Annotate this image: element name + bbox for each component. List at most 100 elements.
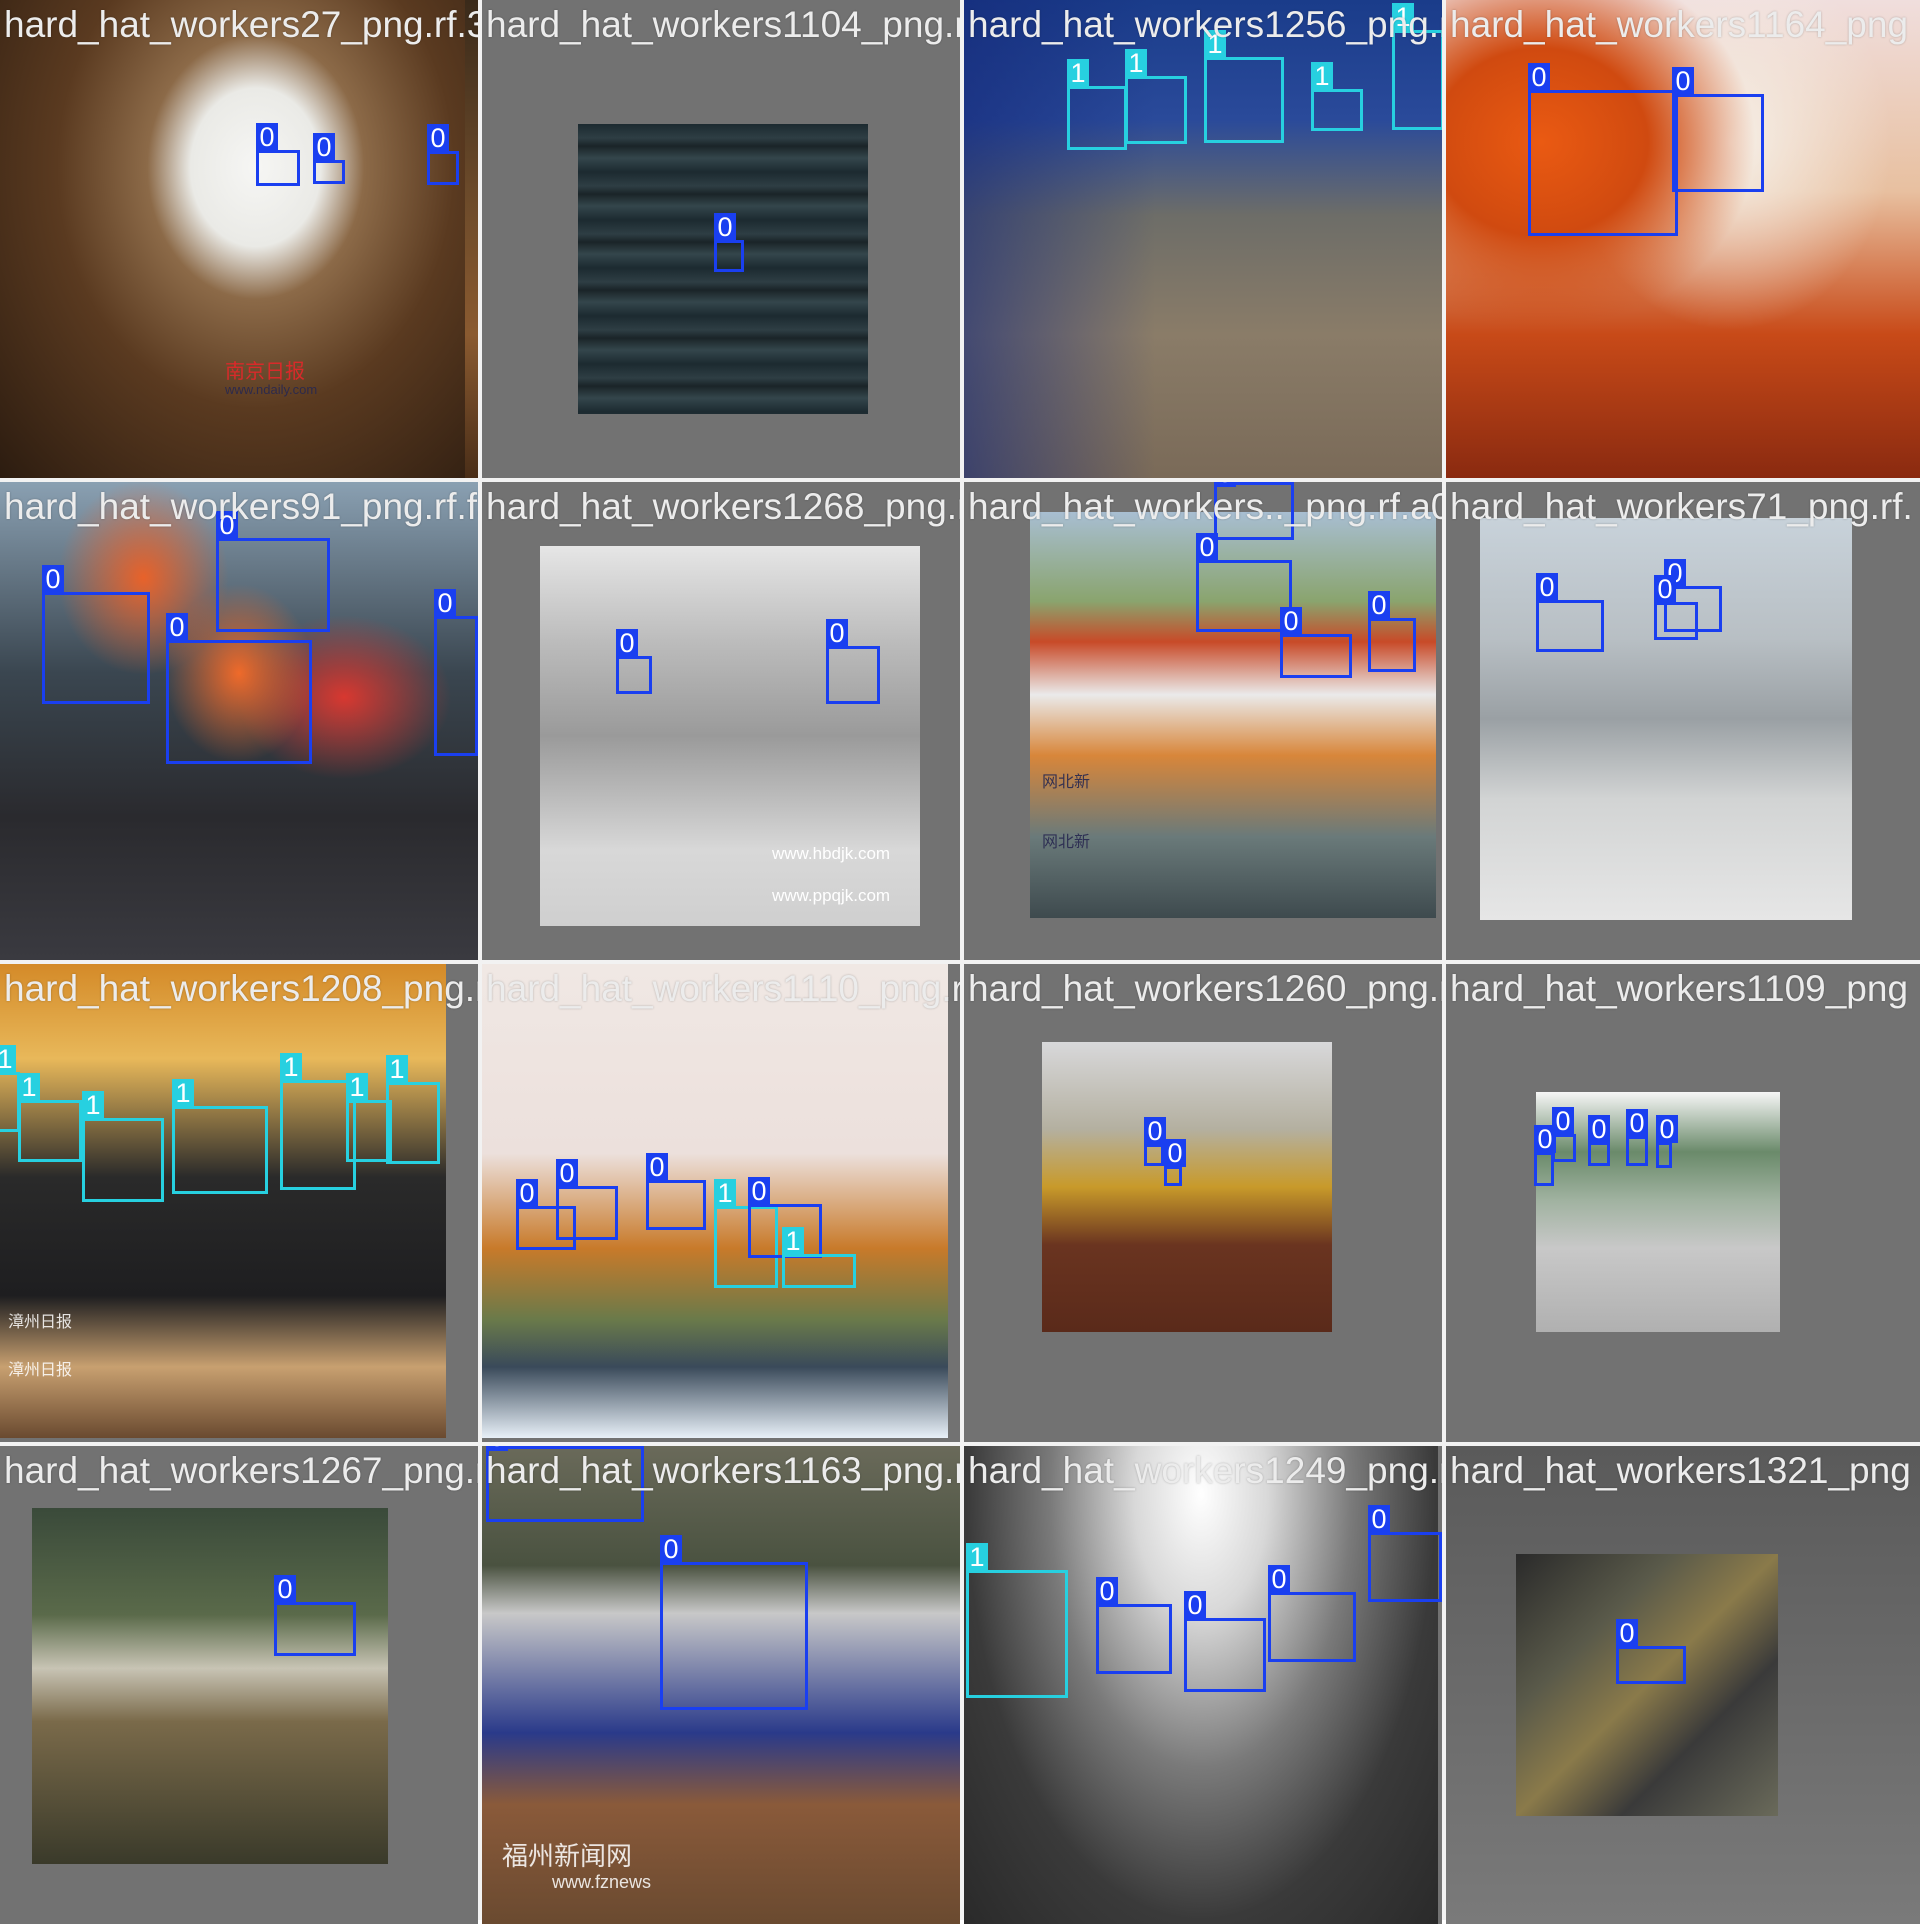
bounding-box-class-0: 0: [427, 124, 459, 185]
bounding-box-class-0: 0: [1536, 573, 1604, 652]
bounding-box-class-0: 0: [1672, 67, 1764, 192]
watermark-url: www.ppqjk.com: [772, 886, 891, 905]
tile-photo: [1042, 1042, 1332, 1332]
class-label: 0: [1164, 1139, 1186, 1167]
bounding-box-class-0: 0: [256, 123, 300, 186]
class-label: 0: [434, 589, 456, 617]
tile-caption: hard_hat_workers1164_png: [1450, 4, 1909, 45]
bounding-box-class-0: 0: [1626, 1109, 1648, 1166]
class-label: 0: [748, 1177, 770, 1205]
class-label: 1: [346, 1073, 368, 1101]
class-label: 0: [646, 1153, 668, 1181]
class-label: 0: [274, 1575, 296, 1603]
watermark-text: 网北新: [1042, 834, 1091, 851]
tile-image-11: 0 0 hard_hat_workers1260_png.rf.7df6683c…: [964, 964, 1442, 1442]
bounding-box-class-0: 0: [646, 1153, 706, 1230]
class-label: 1: [280, 1053, 302, 1081]
bounding-box-class-0: 0: [660, 1535, 808, 1710]
tile-caption: hard_hat_workers71_png.rf.: [1450, 486, 1913, 527]
bounding-box-class-0: 0: [1096, 1577, 1172, 1674]
tile-photo: [540, 546, 920, 926]
class-label: 1: [782, 1227, 804, 1255]
class-label: 1: [966, 1543, 988, 1571]
class-label: 0: [516, 1179, 538, 1207]
bounding-box-class-0: 0: [216, 511, 330, 632]
tile-image-1: 南京日报 www.ndaily.com 0 0 0 hard_hat_worke…: [0, 0, 478, 478]
tile-caption: hard_hat_workers1109_png: [1450, 968, 1909, 1009]
bounding-box-class-0: 0: [1588, 1115, 1610, 1166]
class-label: 0: [1672, 67, 1694, 95]
bounding-box-class-0: 0: [1534, 1125, 1556, 1186]
tile-caption: hard_hat_workers1163_png.rf.2df2ed54790: [486, 1450, 960, 1491]
tile-caption: hard_hat_workers27_png.rf.3a46cb610d3b7c…: [4, 4, 478, 45]
class-label: 0: [1616, 1619, 1638, 1647]
class-label: 0: [1144, 1117, 1166, 1145]
tile-photo: [0, 0, 465, 478]
class-label: 0: [1536, 573, 1558, 601]
bounding-box-class-0: 0: [1656, 1115, 1678, 1168]
bounding-box-class-0: 0: [1616, 1619, 1686, 1684]
bounding-box-class-0: 0: [826, 619, 880, 704]
class-label: 0: [556, 1159, 578, 1187]
detection-mosaic: 南京日报 www.ndaily.com 0 0 0 hard_hat_worke…: [0, 0, 1920, 1924]
bounding-box-class-0: 0: [1196, 533, 1292, 632]
watermark-url: www.hbdjk.com: [772, 844, 891, 863]
bounding-box-class-0: 0: [1368, 591, 1416, 672]
class-label: 1: [18, 1073, 40, 1101]
tile-image-13: 0 hard_hat_workers1267_png.rf.: [0, 1446, 478, 1924]
bounding-box-class-1: 1: [172, 1079, 268, 1194]
class-label: 0: [313, 133, 335, 161]
class-label: 1: [172, 1079, 194, 1107]
tile-photo: [1516, 1554, 1778, 1816]
tile-caption: hard_hat_workers1104_png.rf.76194a8bb388…: [486, 4, 960, 45]
class-label: 0: [714, 213, 736, 241]
class-label: 1: [0, 1045, 16, 1073]
class-label: 1: [82, 1091, 104, 1119]
class-label: 0: [256, 123, 278, 151]
class-label: 0: [660, 1535, 682, 1563]
class-label: 1: [1067, 59, 1089, 87]
class-label: 0: [1626, 1109, 1648, 1137]
tile-image-3: 1 1 1 1 1 hard_hat_workers1256_png.rf.ee…: [964, 0, 1442, 478]
bounding-box-class-0: 0: [616, 629, 652, 694]
class-label: 0: [1528, 63, 1550, 91]
tile-image-7: 网北新 网北新 0 0 0 0 hard_hat_workers.._png.r…: [964, 482, 1442, 960]
tile-image-10: 0 0 0 1 0 1 hard_hat_workers1110_png.rf.…: [482, 964, 960, 1442]
class-label: 0: [826, 619, 848, 647]
tile-image-2: 0 hard_hat_workers1104_png.rf.76194a8bb3…: [482, 0, 960, 478]
tile-caption: hard_hat_workers91_png.rf.fadd2da213a1f4…: [4, 486, 478, 527]
class-label: 0: [1368, 1505, 1390, 1533]
tile-image-6: www.hbdjk.com www.ppqjk.com 0 0 hard_hat…: [482, 482, 960, 960]
tile-image-8: 0 0 0 hard_hat_workers71_png.rf.: [1446, 482, 1920, 960]
tile-image-12: 0 0 0 0 0 hard_hat_workers1109_png: [1446, 964, 1920, 1442]
watermark-text: 福州新闻网: [502, 1841, 633, 1871]
class-label: 1: [714, 1179, 736, 1207]
bounding-box-class-1: 1: [82, 1091, 164, 1202]
bounding-box-class-1: 1: [782, 1227, 856, 1288]
bounding-box-class-1: 1: [1204, 30, 1284, 143]
tile-image-4: 0 0 hard_hat_workers1164_png: [1446, 0, 1920, 478]
bounding-box-class-1: 1: [0, 1045, 20, 1132]
bounding-box-class-1: 1: [1067, 59, 1127, 150]
class-label: 0: [166, 613, 188, 641]
bounding-box-class-0: 0: [1552, 1107, 1576, 1162]
bounding-box-class-1: 1: [280, 1053, 356, 1190]
class-label: 0: [1552, 1107, 1574, 1135]
tile-image-14: 福州新闻网 www.fznews 0 0 hard_hat_workers116…: [482, 1446, 960, 1924]
class-label: 1: [386, 1055, 408, 1083]
class-label: 0: [1096, 1577, 1118, 1605]
class-label: 0: [1656, 1115, 1678, 1143]
bounding-box-class-1: 1: [966, 1543, 1068, 1698]
class-label: 1: [1125, 49, 1147, 77]
watermark-text: 漳州日报: [8, 1362, 73, 1379]
bounding-box-class-1: 1: [18, 1073, 82, 1162]
watermark-text: 漳州日报: [8, 1314, 73, 1331]
bounding-box-class-0: 0: [42, 565, 150, 704]
watermark-url: www.fznews: [552, 1872, 652, 1892]
tile-photo: [32, 1508, 388, 1864]
class-label: 0: [427, 124, 449, 152]
bounding-box-class-0: 0: [1164, 1139, 1186, 1186]
bounding-box-class-0: 0: [166, 613, 312, 764]
bounding-box-class-1: 1: [1311, 62, 1363, 131]
class-label: 0: [1196, 533, 1218, 561]
